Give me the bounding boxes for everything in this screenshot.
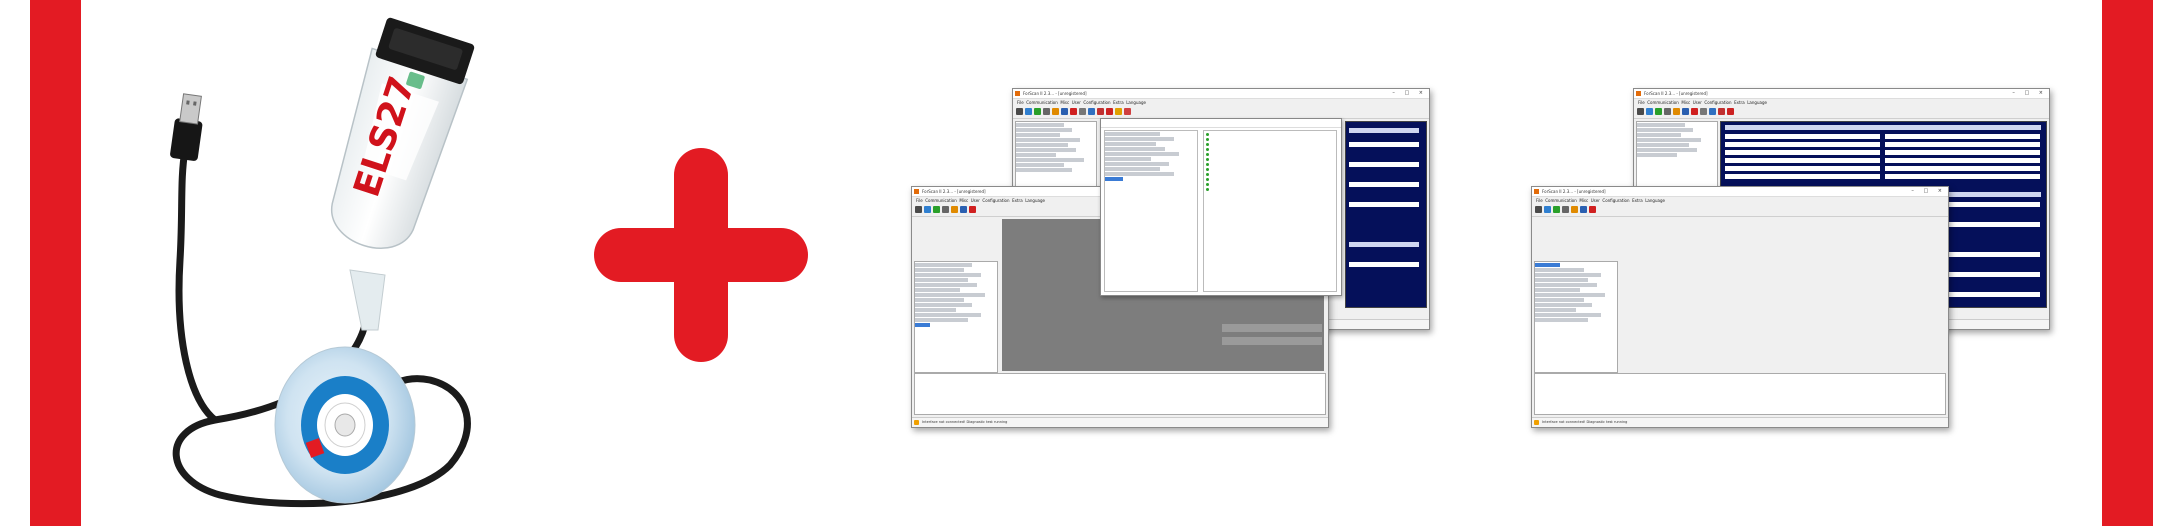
toolbar-icon[interactable] [1544,206,1551,213]
menu-bar[interactable]: File Communication Misc User Configurati… [1532,197,1948,204]
toolbar-icon[interactable] [1727,108,1734,115]
menu-bar[interactable]: File Communication Misc User Configurati… [1634,99,2049,106]
toolbar-icon[interactable] [969,206,976,213]
toolbar-icon[interactable] [1043,108,1050,115]
toolbar-icon[interactable] [1097,108,1104,115]
toolbar-icon[interactable] [1016,108,1023,115]
toolbar [1634,106,2049,119]
toolbar-icon[interactable] [1535,206,1542,213]
results-panel [1345,121,1427,308]
els27-adapter-product-image: ELS27 [170,17,475,508]
toolbar-icon[interactable] [924,206,931,213]
toolbar-icon[interactable] [1079,108,1086,115]
toolbar-icon[interactable] [951,206,958,213]
app-icon [1015,91,1020,96]
usb-plug [170,93,203,161]
toolbar-icon[interactable] [1655,108,1662,115]
toolbar-icon[interactable] [1709,108,1716,115]
toolbar-icon[interactable] [1025,108,1032,115]
toolbar-icon[interactable] [1580,206,1587,213]
toolbar-icon[interactable] [1718,108,1725,115]
toolbar-icon[interactable] [1124,108,1131,115]
toolbar [1532,204,1948,217]
toolbar-icon[interactable] [1052,108,1059,115]
left-red-stripe [30,0,81,526]
toolbar-icon[interactable] [1553,206,1560,213]
toolbar-icon[interactable] [1115,108,1122,115]
dialog-titlebar [1101,119,1341,128]
toolbar-icon[interactable] [1106,108,1113,115]
menu-bar[interactable]: File Communication Misc User Configurati… [1013,99,1429,106]
warning-icon [914,420,919,425]
toolbar-icon[interactable] [1589,206,1596,213]
app-icon [1534,189,1539,194]
toolbar-icon[interactable] [960,206,967,213]
toolbar-icon[interactable] [1571,206,1578,213]
ecu-tree-panel[interactable] [1534,261,1618,373]
app-icon [914,189,919,194]
toolbar-icon[interactable] [1637,108,1644,115]
toolbar-icon[interactable] [1664,108,1671,115]
obd-adapter-body: ELS27 [331,17,475,249]
toolbar-icon[interactable] [1061,108,1068,115]
toolbar-icon[interactable] [942,206,949,213]
software-window-front-2: ForScan II 2.3... - [unregistered] – □ × … [1531,186,1949,428]
plus-sign [594,148,808,362]
status-bar: Interface not connected! Diagnostic test… [1532,417,1948,427]
warning-icon [1534,420,1539,425]
window-controls[interactable]: – □ × [1392,89,1427,98]
log-area [1534,373,1946,415]
status-bar: Interface not connected! Diagnostic test… [912,417,1328,427]
log-area [914,373,1326,415]
window-titlebar: ForScan II 2.3... - [unregistered] – □ × [1013,89,1429,99]
toolbar-icon[interactable] [1070,108,1077,115]
software-cd [274,346,416,504]
window-titlebar: ForScan II 2.3... - [unregistered]– □ × [1634,89,2049,99]
window-controls[interactable]: – □ × [1911,187,1946,196]
toolbar-icon[interactable] [933,206,940,213]
right-red-stripe [2102,0,2153,526]
ecu-tree-panel[interactable] [914,261,998,373]
app-icon [1636,91,1641,96]
toolbar-icon[interactable] [1562,206,1569,213]
window-title: ForScan II 2.3... - [unregistered] [1023,91,1087,96]
toolbar-icon[interactable] [1034,108,1041,115]
window-titlebar: ForScan II 2.3... - [unregistered]– □ × [1532,187,1948,197]
toolbar-icon[interactable] [1682,108,1689,115]
toolbar-icon[interactable] [1646,108,1653,115]
parameter-list-dialog[interactable] [1100,118,1342,296]
toolbar-icon[interactable] [1700,108,1707,115]
toolbar-icon[interactable] [1673,108,1680,115]
toolbar-icon[interactable] [1088,108,1095,115]
toolbar-icon[interactable] [1691,108,1698,115]
window-controls[interactable]: – □ × [2012,89,2047,98]
toolbar-icon[interactable] [915,206,922,213]
